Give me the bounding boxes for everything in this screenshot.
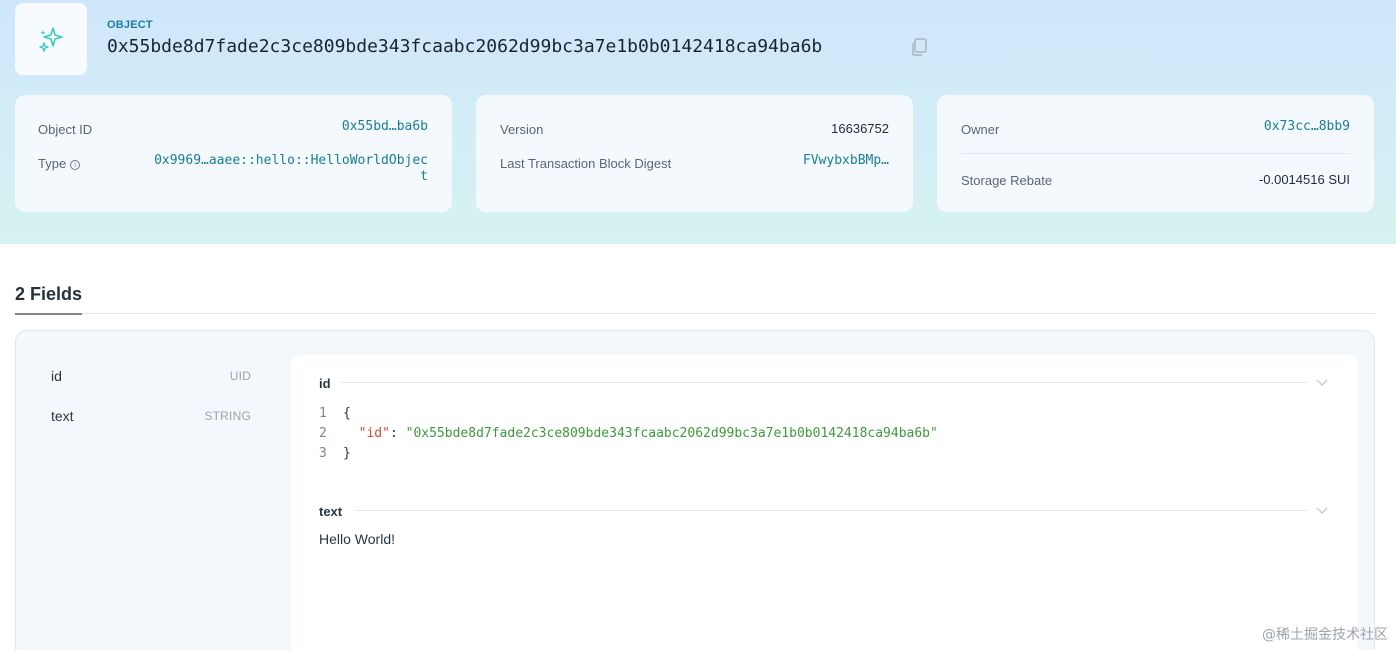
type-value-line2: t — [420, 169, 428, 184]
code-line-1: 1{ — [319, 406, 351, 421]
field-list-item-text[interactable]: text STRING — [51, 408, 251, 428]
object-header: OBJECT 0x55bde8d7fade2c3ce809bde343fcaab… — [0, 0, 1396, 244]
json-string-value: "0x55bde8d7fade2c3ce809bde343fcaabc2062d… — [405, 426, 938, 441]
code-line-2: 2 "id": "0x55bde8d7fade2c3ce809bde343fca… — [319, 426, 938, 441]
field-content-panel: id 1{ 2 "id": "0x55bde8d7fade2c3ce809bde… — [291, 355, 1358, 650]
field-name: id — [51, 368, 62, 384]
section-title-id[interactable]: id — [319, 376, 331, 391]
object-icon-box — [15, 3, 87, 75]
line-number: 2 — [319, 426, 327, 441]
type-link[interactable]: 0x9969…aaee::hello::HelloWorldObjec t — [154, 153, 428, 185]
section-rule-id — [341, 382, 1307, 383]
json-colon: : — [389, 426, 406, 441]
object-type-label: OBJECT — [107, 19, 153, 31]
owner-divider — [961, 153, 1350, 154]
owner-link[interactable]: 0x73cc…8bb9 — [1264, 119, 1350, 134]
object-id-label: Object ID — [38, 122, 93, 137]
json-brace-open: { — [343, 406, 351, 421]
owner-card: Owner 0x73cc…8bb9 Storage Rebate -0.0014… — [937, 95, 1374, 212]
field-name: text — [51, 408, 74, 424]
owner-label: Owner — [961, 122, 1000, 137]
storage-rebate-label: Storage Rebate — [961, 173, 1053, 188]
fields-divider — [15, 313, 1375, 314]
watermark: @稀土掘金技术社区 — [1262, 627, 1388, 643]
object-id-title: 0x55bde8d7fade2c3ce809bde343fcaabc2062d9… — [107, 36, 823, 57]
version-card: Version 16636752 Last Transaction Block … — [476, 95, 913, 212]
type-value-line1: 0x9969…aaee::hello::HelloWorldObjec — [154, 153, 428, 168]
copy-icon[interactable] — [909, 37, 929, 57]
sparkle-icon — [39, 27, 63, 52]
field-type: STRING — [204, 409, 251, 423]
line-number: 1 — [319, 406, 327, 421]
object-details-card: Object ID 0x55bd…ba6b Type i 0x9969…aaee:… — [15, 95, 452, 212]
chevron-down-icon[interactable] — [1316, 379, 1328, 387]
object-id-link[interactable]: 0x55bd…ba6b — [342, 119, 428, 134]
code-line-3: 3} — [319, 446, 351, 461]
info-icon[interactable]: i — [70, 159, 81, 170]
digest-link[interactable]: FVwybxbBMp… — [803, 153, 889, 168]
json-brace-close: } — [343, 446, 351, 461]
fields-tab[interactable]: 2 Fields — [15, 284, 82, 305]
chevron-down-icon[interactable] — [1316, 507, 1328, 515]
field-list-item-id[interactable]: id UID — [51, 368, 251, 388]
fields-tab-underline — [15, 313, 82, 315]
digest-label: Last Transaction Block Digest — [500, 156, 672, 171]
type-label-row: Type i — [38, 156, 81, 171]
section-title-text[interactable]: text — [319, 504, 342, 519]
line-number: 3 — [319, 446, 327, 461]
version-label: Version — [500, 122, 544, 137]
json-key: "id" — [358, 426, 390, 441]
section-rule-text — [355, 510, 1307, 511]
field-type: UID — [229, 369, 251, 383]
version-value: 16636752 — [831, 121, 889, 136]
storage-rebate-value: -0.0014516 SUI — [1258, 172, 1350, 187]
text-field-value: Hello World! — [319, 531, 395, 547]
type-label: Type — [38, 156, 67, 171]
